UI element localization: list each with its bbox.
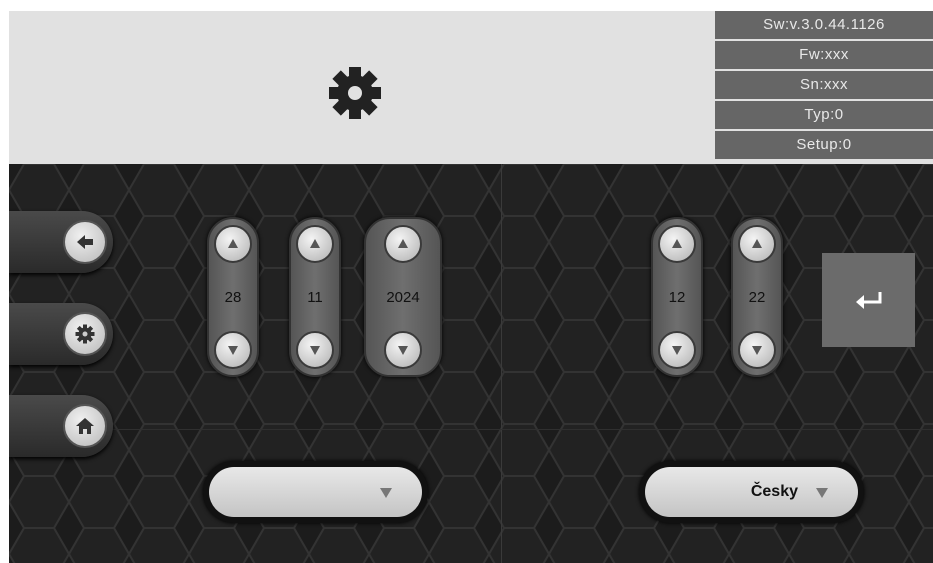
- hour-down-button[interactable]: [658, 331, 696, 369]
- month-value: 11: [307, 289, 323, 306]
- month-up-button[interactable]: [296, 225, 334, 263]
- year-value: 2024: [386, 289, 420, 306]
- software-version: Sw:v.3.0.44.1126: [715, 11, 933, 39]
- day-spinner: 28: [207, 217, 259, 377]
- gear-icon: [75, 324, 95, 344]
- day-up-button[interactable]: [214, 225, 252, 263]
- triangle-up-icon: [398, 239, 408, 248]
- year-up-button[interactable]: [384, 225, 422, 263]
- language-dropdown[interactable]: Česky: [639, 461, 864, 523]
- back-button-knob: [63, 220, 107, 264]
- hour-spinner: 12: [651, 217, 703, 377]
- home-button-knob: [63, 404, 107, 448]
- language-value: Česky: [750, 483, 798, 500]
- triangle-up-icon: [752, 239, 762, 248]
- firmware-version: Fw:xxx: [715, 41, 933, 69]
- language-dropdown-field: Česky: [645, 467, 858, 517]
- enter-return-icon: [856, 292, 882, 309]
- triangle-up-icon: [228, 239, 238, 248]
- triangle-down-icon: [380, 488, 392, 498]
- month-spinner: 11: [289, 217, 341, 377]
- triangle-down-icon: [228, 346, 238, 355]
- info-panel: Sw:v.3.0.44.1126 Fw:xxx Sn:xxx Typ:0 Set…: [715, 11, 933, 161]
- left-dropdown-value: [209, 467, 362, 517]
- triangle-down-icon: [398, 346, 408, 355]
- day-value: 28: [224, 289, 242, 306]
- triangle-up-icon: [672, 239, 682, 248]
- hour-up-button[interactable]: [658, 225, 696, 263]
- settings-button[interactable]: [9, 303, 113, 365]
- triangle-up-icon: [310, 239, 320, 248]
- triangle-down-icon: [816, 488, 828, 498]
- main-panel: 28 11 2024 12 22 Česky: [9, 164, 933, 563]
- serial-number: Sn:xxx: [715, 71, 933, 99]
- arrow-left-icon: [77, 235, 93, 249]
- device-type: Typ:0: [715, 101, 933, 129]
- year-spinner: 2024: [364, 217, 442, 377]
- triangle-down-icon: [310, 346, 320, 355]
- divider-horizontal: [9, 429, 933, 430]
- month-down-button[interactable]: [296, 331, 334, 369]
- setup-value: Setup:0: [715, 131, 933, 159]
- triangle-down-icon: [672, 346, 682, 355]
- gear-icon: [329, 67, 381, 119]
- minute-spinner: 22: [731, 217, 783, 377]
- year-down-button[interactable]: [384, 331, 422, 369]
- minute-down-button[interactable]: [738, 331, 776, 369]
- triangle-down-icon: [752, 346, 762, 355]
- device-screen: Sw:v.3.0.44.1126 Fw:xxx Sn:xxx Typ:0 Set…: [9, 11, 933, 563]
- minute-up-button[interactable]: [738, 225, 776, 263]
- minute-value: 22: [748, 289, 766, 306]
- home-button[interactable]: [9, 395, 113, 457]
- hour-value: 12: [668, 289, 686, 306]
- left-dropdown-field: [209, 467, 422, 517]
- settings-button-knob: [63, 312, 107, 356]
- home-icon: [76, 418, 94, 434]
- day-down-button[interactable]: [214, 331, 252, 369]
- back-button[interactable]: [9, 211, 113, 273]
- enter-button[interactable]: [822, 253, 915, 347]
- divider-vertical: [501, 164, 502, 563]
- header-bar: Sw:v.3.0.44.1126 Fw:xxx Sn:xxx Typ:0 Set…: [9, 11, 933, 164]
- left-dropdown[interactable]: [203, 461, 428, 523]
